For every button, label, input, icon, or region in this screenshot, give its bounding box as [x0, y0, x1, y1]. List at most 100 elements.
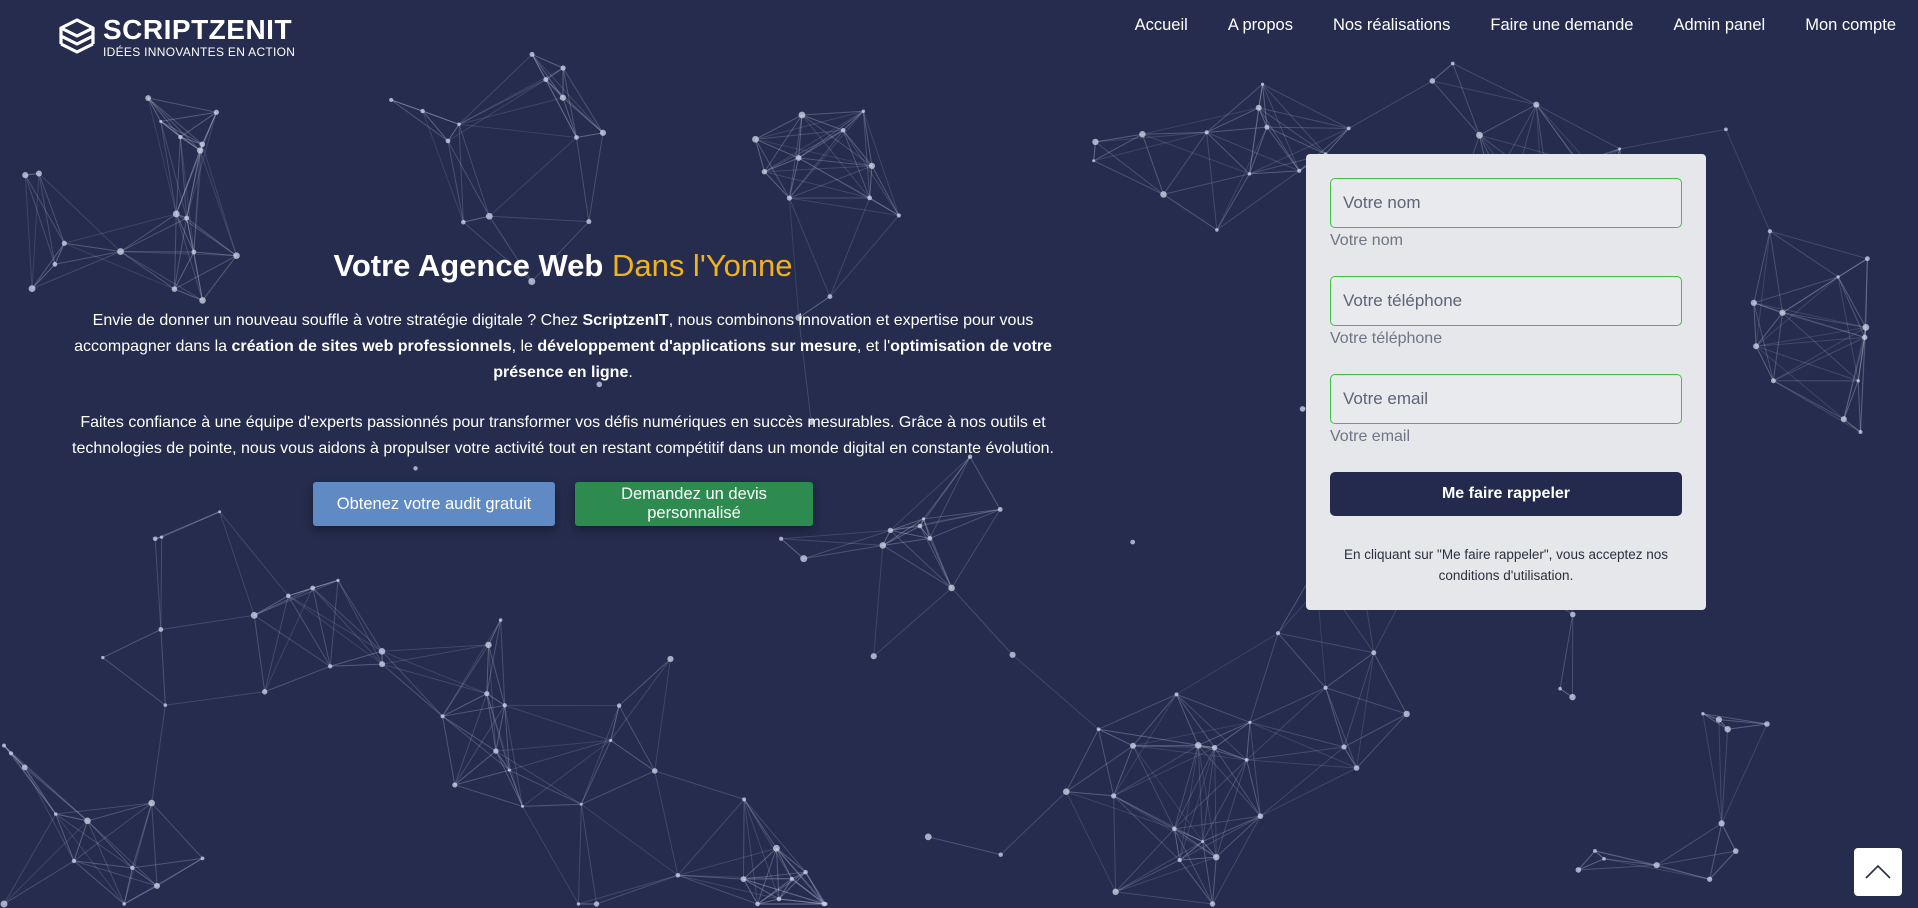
network-node [1429, 78, 1436, 84]
network-link [160, 120, 203, 145]
network-link [1432, 80, 1537, 106]
network-node [484, 691, 490, 697]
network-node [71, 858, 77, 864]
nav-item-a-propos[interactable]: A propos [1228, 16, 1293, 35]
network-node [1297, 168, 1302, 173]
network-link [928, 836, 1001, 856]
network-link [1432, 63, 1454, 82]
network-link [1431, 80, 1480, 136]
network-link [1325, 687, 1345, 748]
network-link [120, 217, 187, 252]
network-link [24, 767, 57, 815]
network-link [1249, 721, 1345, 748]
network-link [654, 658, 671, 772]
network-link [1837, 276, 1867, 328]
network-node [213, 109, 220, 115]
network-node [1403, 710, 1410, 718]
network-node [35, 170, 42, 177]
network-link [781, 538, 883, 546]
network-link [1769, 230, 1868, 260]
network-link [1212, 857, 1217, 905]
network-link [38, 173, 121, 252]
callback-submit-button[interactable]: Me faire rappeler [1330, 472, 1682, 516]
network-node [22, 172, 29, 179]
network-node [445, 138, 451, 144]
network-link [654, 770, 679, 876]
network-node [1341, 744, 1347, 750]
network-link [1262, 83, 1350, 129]
network-link [1258, 107, 1349, 129]
nav-item-accueil[interactable]: Accueil [1135, 16, 1188, 35]
network-node [616, 703, 622, 708]
network-node [593, 901, 600, 907]
nav-item-faire-une-demande[interactable]: Faire une demande [1490, 16, 1633, 35]
devis-button[interactable]: Demandez un devis personnalisé [575, 482, 813, 526]
network-link [1325, 652, 1375, 689]
network-node [285, 593, 291, 599]
network-node [1569, 693, 1576, 701]
email-field[interactable]: Votre email [1330, 374, 1682, 424]
stacked-squares-logo-icon [59, 18, 95, 54]
nav-item-realisations[interactable]: Nos réalisations [1333, 16, 1450, 35]
network-link [31, 173, 40, 289]
network-link [577, 804, 582, 905]
network-link [1206, 83, 1263, 133]
network-link [1753, 302, 1865, 338]
network-node [1450, 61, 1455, 66]
network-link [1721, 823, 1737, 852]
network-node [1062, 788, 1070, 795]
network-link [596, 874, 679, 905]
network-node [798, 111, 806, 119]
network-node [861, 109, 866, 113]
network-node [1724, 127, 1728, 132]
network-node [761, 169, 768, 175]
network-node [1130, 539, 1136, 545]
network-link [504, 705, 510, 771]
nav-item-admin-panel[interactable]: Admin panel [1673, 16, 1765, 35]
network-node [461, 219, 466, 225]
network-link [1325, 687, 1358, 769]
network-node [159, 535, 164, 539]
network-link [1356, 652, 1375, 769]
audit-button[interactable]: Obtenez votre audit gratuit [313, 482, 555, 526]
network-node [148, 799, 155, 807]
network-link [3, 745, 57, 815]
network-node [1130, 742, 1137, 749]
intro-text: , le [511, 338, 538, 355]
network-link [102, 657, 166, 706]
network-link [87, 820, 158, 887]
network-link [160, 537, 163, 630]
scroll-to-top-button[interactable] [1854, 848, 1902, 896]
network-link [1258, 84, 1264, 108]
network-link [610, 739, 656, 772]
network-link [890, 530, 952, 589]
name-field[interactable]: Votre nom [1330, 178, 1682, 228]
network-node [196, 147, 204, 154]
network-link [929, 538, 953, 589]
network-link [447, 124, 460, 142]
network-node [924, 833, 932, 841]
network-link [743, 799, 759, 905]
network-node [159, 119, 163, 124]
network-link [381, 650, 443, 717]
network-node [867, 195, 873, 201]
brand[interactable]: SCRIPTZENIT IDÉES INNOVANTES EN ACTION [55, 16, 295, 58]
network-node [840, 127, 846, 133]
network-node [795, 155, 802, 161]
main-nav: Accueil A propos Nos réalisations Faire … [1095, 16, 1896, 35]
network-link [1769, 230, 1839, 278]
network-link [64, 213, 177, 244]
phone-field[interactable]: Votre téléphone [1330, 276, 1682, 326]
network-link [1753, 231, 1771, 303]
network-link [458, 54, 533, 125]
brand-tagline: IDÉES INNOVANTES EN ACTION [103, 45, 296, 59]
nav-item-mon-compte[interactable]: Mon compte [1805, 16, 1896, 35]
network-node [122, 902, 126, 906]
network-link [803, 544, 883, 560]
network-link [160, 614, 255, 630]
network-link [1142, 107, 1259, 135]
network-node [1353, 765, 1360, 771]
network-node [493, 748, 499, 754]
network-link [1216, 173, 1250, 231]
network-link [254, 579, 339, 616]
